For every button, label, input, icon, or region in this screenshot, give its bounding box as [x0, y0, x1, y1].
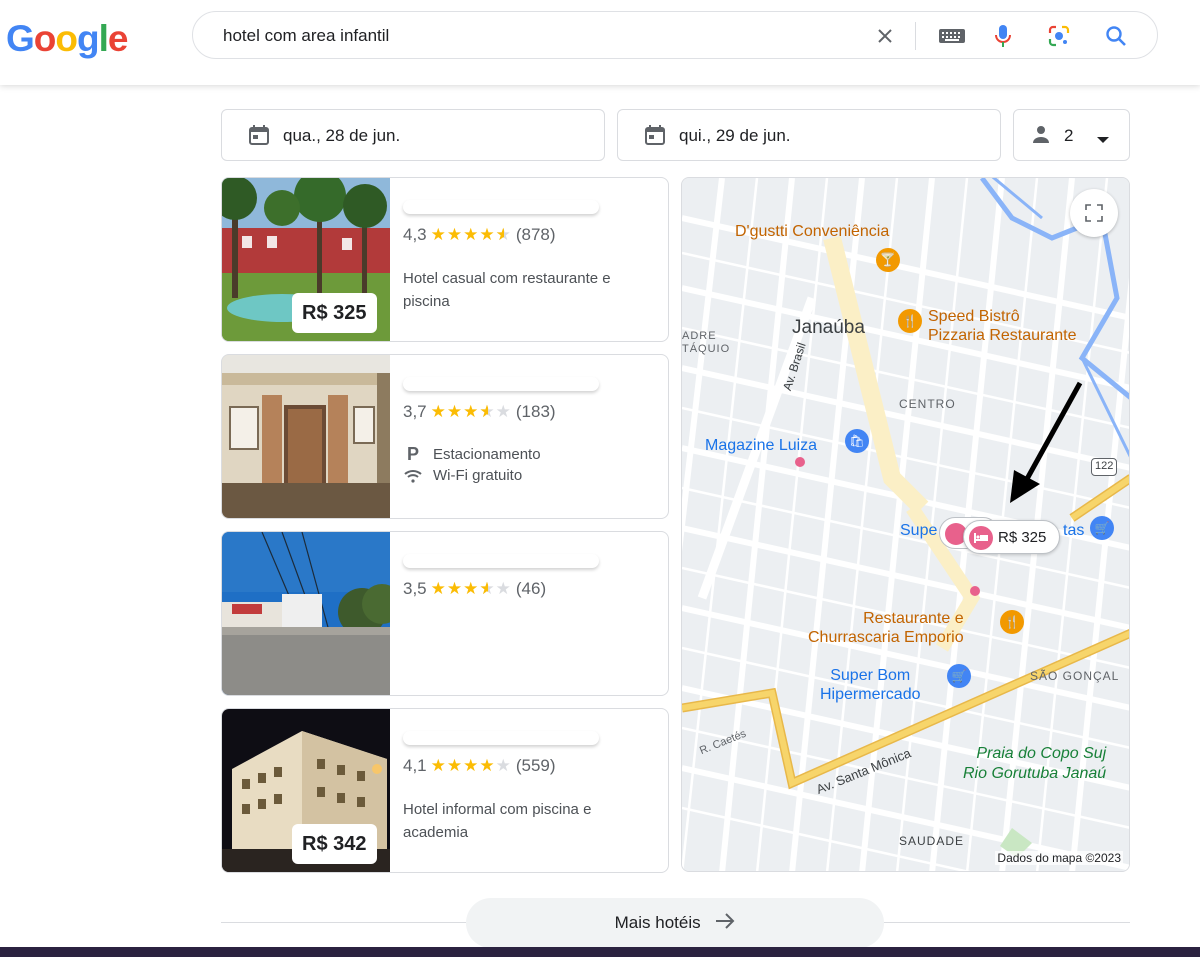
price-badge: R$ 325	[292, 293, 377, 333]
header: Google hotel com area infantil	[0, 0, 1200, 85]
district-label: SÃO GONÇAL	[1030, 669, 1120, 683]
star-rating: ★★★★★	[430, 756, 512, 775]
city-label: Janaúba	[792, 317, 865, 338]
review-count: (183)	[515, 402, 556, 421]
review-count: (878)	[515, 225, 556, 244]
checkout-date: qui., 29 de jun.	[679, 126, 791, 145]
hotel-price-pin[interactable]: R$ 325	[963, 520, 1060, 554]
amenity-parking: P Estacionamento	[403, 444, 541, 465]
keyboard-icon[interactable]	[937, 24, 967, 48]
arrow-right-icon	[715, 899, 735, 949]
divider	[884, 922, 1130, 923]
checkin-date: qua., 28 de jun.	[283, 126, 401, 145]
star-rating: ★★★★★★	[430, 402, 512, 421]
map-label[interactable]: tas	[1063, 522, 1084, 540]
hotel-rating: 3,7 ★★★★★★ (183)	[403, 402, 556, 422]
star-rating: ★★★★★★	[430, 225, 512, 244]
hotel-card[interactable]: 3,5 ★★★★★★ (46)	[221, 531, 669, 696]
map-label[interactable]: Super Bom Hipermercado	[820, 666, 920, 704]
calendar-icon	[248, 124, 270, 151]
hotel-card[interactable]: R$ 325 4,3 ★★★★★★ (878) Hotel casual com…	[221, 177, 669, 342]
hotel-name[interactable]	[403, 200, 599, 214]
map-label[interactable]: Speed Bistrô Pizzaria Restaurante	[928, 307, 1077, 345]
hotel-info: 4,3 ★★★★★★ (878) Hotel casual com restau…	[403, 178, 658, 341]
restaurant-icon[interactable]: 🍴	[1000, 610, 1024, 634]
hotel-rating: 3,5 ★★★★★★ (46)	[403, 579, 546, 599]
place-dot	[970, 586, 980, 596]
more-hotels-button[interactable]: Mais hotéis	[466, 898, 884, 948]
checkin-date-button[interactable]: qua., 28 de jun.	[221, 109, 605, 161]
rating-value: 3,7	[403, 402, 427, 421]
map-label[interactable]: Supe	[900, 522, 937, 540]
search-divider	[915, 22, 916, 50]
hotel-photo	[222, 532, 390, 695]
hotel-card[interactable]: 3,7 ★★★★★★ (183) P Estacionamento Wi-Fi …	[221, 354, 669, 519]
expand-icon[interactable]	[1070, 189, 1118, 237]
review-count: (46)	[515, 579, 547, 598]
pin-price: R$ 325	[998, 529, 1047, 546]
microphone-icon[interactable]	[991, 24, 1015, 48]
calendar-icon	[644, 124, 666, 151]
hotel-info: 3,5 ★★★★★★ (46)	[403, 532, 658, 695]
search-icon[interactable]	[1104, 24, 1128, 48]
divider	[221, 922, 466, 923]
hotel-name[interactable]	[403, 377, 599, 391]
map-label[interactable]: Praia do Copo Suj Rio Gorutuba Janaú	[963, 744, 1106, 784]
hotel-rating: 4,1 ★★★★★ (559)	[403, 756, 556, 776]
more-hotels-label: Mais hotéis	[614, 913, 701, 932]
hotel-name[interactable]	[403, 554, 599, 568]
shopping-cart-icon[interactable]: 🛒	[1090, 516, 1114, 540]
amenity-label: Estacionamento	[433, 446, 541, 463]
price-badge: R$ 342	[292, 824, 377, 864]
amenity-label: Wi-Fi gratuito	[433, 467, 523, 484]
district-label: SAUDADE	[899, 834, 965, 848]
taskbar	[0, 947, 1200, 957]
review-count: (559)	[515, 756, 556, 775]
guests-dropdown[interactable]: 2	[1013, 109, 1130, 161]
hotel-bed-icon	[969, 526, 993, 550]
wifi-icon	[403, 469, 423, 483]
district-label: ADRE TÁQUIO	[682, 330, 731, 355]
shopping-bag-icon[interactable]: 🛍	[845, 429, 869, 453]
google-logo[interactable]: Google	[6, 18, 128, 60]
bar-icon[interactable]: 🍸	[876, 248, 900, 272]
annotation-arrow	[1010, 381, 1083, 503]
hotel-info: 4,1 ★★★★★ (559) Hotel informal com pisci…	[403, 709, 658, 872]
clear-icon[interactable]	[873, 24, 897, 48]
restaurant-icon[interactable]: 🍴	[898, 309, 922, 333]
parking-icon: P	[406, 444, 419, 464]
place-dot	[795, 457, 805, 467]
checkout-date-button[interactable]: qui., 29 de jun.	[617, 109, 1001, 161]
hotel-card[interactable]: R$ 342 4,1 ★★★★★ (559) Hotel informal co…	[221, 708, 669, 873]
lens-icon[interactable]	[1047, 24, 1071, 48]
hotel-description: Hotel casual com restaurante e piscina	[403, 270, 611, 310]
hotel-description: Hotel informal com piscina e academia	[403, 801, 592, 841]
shopping-cart-icon[interactable]: 🛒	[947, 664, 971, 688]
hotels-map[interactable]: 🍸 🍴 🛍 🛒 🍴 🛒 D'gustti Conveniência Speed …	[681, 177, 1130, 872]
search-query[interactable]: hotel com area infantil	[223, 26, 389, 46]
map-label[interactable]: Magazine Luiza	[705, 437, 817, 455]
person-icon	[1032, 125, 1050, 150]
amenity-wifi: Wi-Fi gratuito	[403, 467, 522, 484]
route-shield: 122	[1091, 458, 1118, 476]
map-copyright: Dados do mapa ©2023	[995, 851, 1123, 865]
map-label[interactable]: Restaurante e Churrascaria Emporio	[808, 609, 964, 647]
search-box[interactable]: hotel com area infantil	[192, 11, 1158, 59]
hotel-name[interactable]	[403, 731, 599, 745]
hotel-info: 3,7 ★★★★★★ (183) P Estacionamento Wi-Fi …	[403, 355, 658, 518]
rating-value: 4,1	[403, 756, 427, 775]
guests-count: 2	[1064, 126, 1074, 145]
rating-value: 4,3	[403, 225, 427, 244]
hotel-photo	[222, 355, 390, 518]
map-label[interactable]: D'gustti Conveniência	[735, 223, 889, 241]
district-label: CENTRO	[899, 397, 956, 411]
rating-value: 3,5	[403, 579, 427, 598]
chevron-down-icon	[1096, 131, 1110, 149]
star-rating: ★★★★★★	[430, 579, 512, 598]
hotel-rating: 4,3 ★★★★★★ (878)	[403, 225, 556, 245]
